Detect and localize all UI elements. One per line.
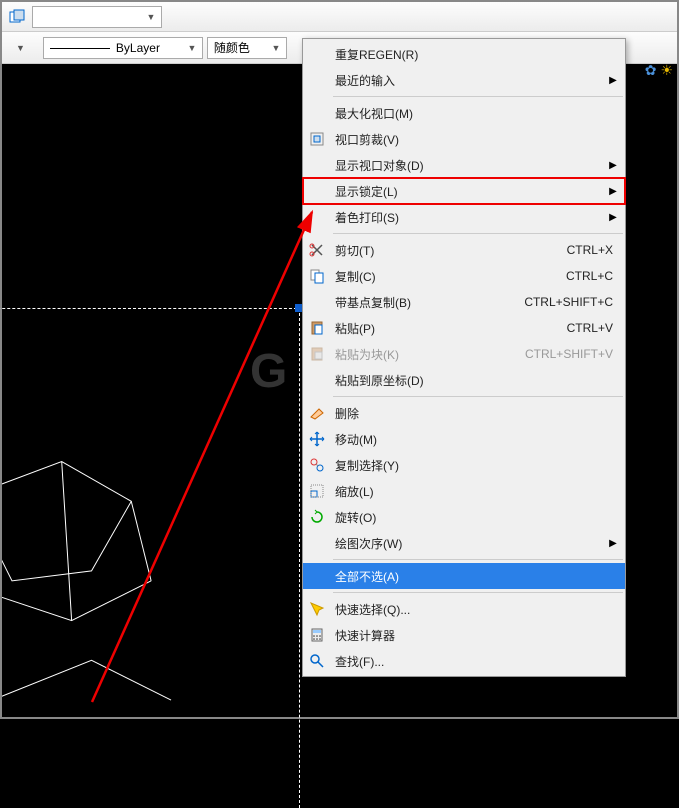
menu-maximize-viewport[interactable]: 最大化视口(M): [303, 100, 625, 126]
menu-quick-calc[interactable]: 快速计算器: [303, 622, 625, 648]
submenu-arrow-icon: ▶: [607, 538, 619, 549]
linetype-value: ByLayer: [46, 41, 184, 55]
submenu-arrow-icon: ▶: [607, 186, 619, 197]
settings-icons: ✿ ☀: [645, 62, 673, 79]
scissors-icon: [303, 237, 331, 263]
calculator-icon: [303, 622, 331, 648]
menu-quick-select[interactable]: 快速选择(Q)...: [303, 596, 625, 622]
color-value: 随颜色: [210, 39, 268, 56]
menu-shade-plot[interactable]: 着色打印(S) ▶: [303, 204, 625, 230]
submenu-arrow-icon: ▶: [607, 212, 619, 223]
menu-paste[interactable]: 粘贴(P) CTRL+V: [303, 315, 625, 341]
menu-copy-with-base[interactable]: 带基点复制(B) CTRL+SHIFT+C: [303, 289, 625, 315]
menu-separator: [333, 233, 623, 234]
menu-rotate[interactable]: 旋转(O): [303, 504, 625, 530]
chevron-down-icon: ▼: [268, 43, 284, 53]
clip-icon: [303, 126, 331, 152]
linetype-dropdown[interactable]: ByLayer ▼: [43, 37, 203, 59]
scale-icon: [303, 478, 331, 504]
menu-cut[interactable]: 剪切(T) CTRL+X: [303, 237, 625, 263]
menu-copy[interactable]: 复制(C) CTRL+C: [303, 263, 625, 289]
menu-separator: [333, 559, 623, 560]
menu-copy-selection[interactable]: 复制选择(Y): [303, 452, 625, 478]
move-icon: [303, 426, 331, 452]
gear-icon[interactable]: ✿: [645, 62, 657, 79]
menu-regen[interactable]: 重复REGEN(R): [303, 41, 625, 67]
menu-scale[interactable]: 缩放(L): [303, 478, 625, 504]
menu-erase[interactable]: 删除: [303, 400, 625, 426]
menu-separator: [333, 592, 623, 593]
submenu-arrow-icon: ▶: [607, 75, 619, 86]
menu-paste-as-block[interactable]: 粘贴为块(K) CTRL+SHIFT+V: [303, 341, 625, 367]
menu-find[interactable]: 查找(F)...: [303, 648, 625, 674]
chevron-down-icon[interactable]: ▼: [16, 43, 25, 53]
menu-paste-original-coords[interactable]: 粘贴到原坐标(D): [303, 367, 625, 393]
color-dropdown[interactable]: 随颜色 ▼: [207, 37, 287, 59]
layer-properties-button[interactable]: [6, 6, 28, 28]
menu-deselect-all[interactable]: 全部不选(A): [303, 563, 625, 589]
copy-icon: [303, 263, 331, 289]
context-menu: 重复REGEN(R) 最近的输入 ▶ 最大化视口(M) 视口剪裁(V) 显示视口…: [302, 38, 626, 677]
rotate-icon: [303, 504, 331, 530]
chevron-down-icon: ▼: [184, 43, 200, 53]
quick-select-icon: [303, 596, 331, 622]
menu-show-lock[interactable]: 显示锁定(L) ▶: [303, 178, 625, 204]
menu-viewport-clip[interactable]: 视口剪裁(V): [303, 126, 625, 152]
chevron-down-icon: ▼: [143, 12, 159, 22]
submenu-arrow-icon: ▶: [607, 160, 619, 171]
menu-recent-input[interactable]: 最近的输入 ▶: [303, 67, 625, 93]
erase-icon: [303, 400, 331, 426]
paste-block-icon: [303, 341, 331, 367]
find-icon: [303, 648, 331, 674]
menu-separator: [333, 96, 623, 97]
menu-show-viewport-objects[interactable]: 显示视口对象(D) ▶: [303, 152, 625, 178]
toolbar-row-1: ▼: [2, 2, 677, 32]
menu-move[interactable]: 移动(M): [303, 426, 625, 452]
copy-selection-icon: [303, 452, 331, 478]
paste-icon: [303, 315, 331, 341]
sun-icon[interactable]: ☀: [660, 62, 673, 79]
layer-dropdown[interactable]: ▼: [32, 6, 162, 28]
menu-separator: [333, 396, 623, 397]
menu-draw-order[interactable]: 绘图次序(W) ▶: [303, 530, 625, 556]
